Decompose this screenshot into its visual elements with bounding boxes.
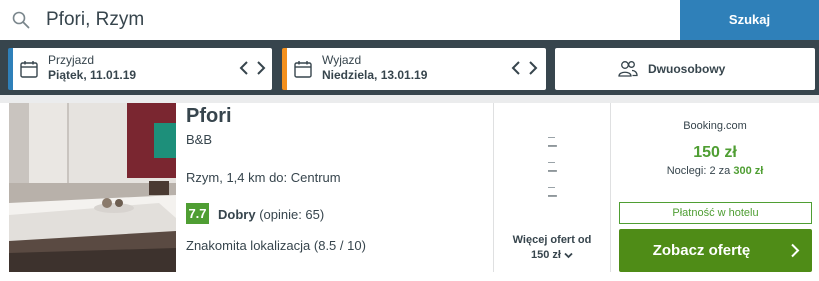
chevron-right-icon xyxy=(257,61,266,75)
rating-word: Dobry xyxy=(218,207,256,222)
search-header: Szukaj Przyjazd Piątek, 11.01.19 Wyjazd … xyxy=(0,0,819,95)
view-deal-label: Zobacz ofertę xyxy=(652,242,751,259)
more-offers-price[interactable]: 150 zł xyxy=(494,249,610,261)
card-separator xyxy=(0,95,819,103)
people-icon xyxy=(618,61,638,77)
hotel-location: Rzym, 1,4 km do: Centrum xyxy=(186,170,341,185)
chevron-right-icon xyxy=(529,61,538,75)
hotel-name[interactable]: Pfori xyxy=(186,105,232,128)
rating-score-badge: 7.7 xyxy=(186,203,209,224)
search-button[interactable]: Szukaj xyxy=(680,0,819,40)
calendar-icon xyxy=(20,61,38,78)
deal-nights-prefix: Noclegi: 2 za xyxy=(666,165,731,177)
search-box xyxy=(0,0,680,40)
rating-reviews: (opinie: 65) xyxy=(259,207,325,222)
calendar-icon xyxy=(294,61,312,78)
checkout-date-picker[interactable]: Wyjazd Niedziela, 13.01.19 xyxy=(282,48,546,90)
more-offers-price-value: 150 zł xyxy=(531,249,561,261)
hotel-photo[interactable] xyxy=(9,103,176,272)
checkin-date-picker[interactable]: Przyjazd Piątek, 11.01.19 xyxy=(8,48,272,90)
checkout-value: Niedziela, 13.01.19 xyxy=(322,68,428,82)
view-deal-button[interactable]: Zobacz ofertę xyxy=(619,229,812,272)
deal-price: 150 zł xyxy=(693,144,737,161)
payment-badge: Płatność w hotelu xyxy=(619,202,812,224)
deal-nights-total: 300 zł xyxy=(733,165,764,177)
search-input[interactable] xyxy=(46,5,646,35)
checkout-label: Wyjazd xyxy=(322,53,362,67)
checkin-next-button[interactable] xyxy=(251,57,271,79)
checkin-label: Przyjazd xyxy=(48,53,95,67)
checkin-value: Piątek, 11.01.19 xyxy=(48,68,137,82)
deal-nights: Noclegi: 2 za 300 zł xyxy=(611,165,819,177)
room-type-label: Dwuosobowy xyxy=(648,62,726,76)
offer-placeholder-dash: – xyxy=(548,137,557,154)
hotel-type: B&B xyxy=(186,132,213,147)
more-offers-label[interactable]: Więcej ofert od xyxy=(494,234,610,246)
offer-placeholder-dash: – xyxy=(548,187,557,204)
room-type-selector[interactable]: Dwuosobowy xyxy=(555,48,815,90)
rating-summary[interactable]: Dobry (opinie: 65) xyxy=(218,207,324,222)
column-divider xyxy=(493,103,494,272)
deal-provider: Booking.com xyxy=(683,120,747,132)
hotel-highlight: Znakomita lokalizacja (8.5 / 10) xyxy=(186,238,366,253)
search-icon xyxy=(12,11,30,29)
chevron-down-icon xyxy=(564,252,573,258)
checkout-next-button[interactable] xyxy=(523,57,543,79)
chevron-right-icon xyxy=(791,243,800,258)
offer-placeholder-dash: – xyxy=(548,162,557,179)
